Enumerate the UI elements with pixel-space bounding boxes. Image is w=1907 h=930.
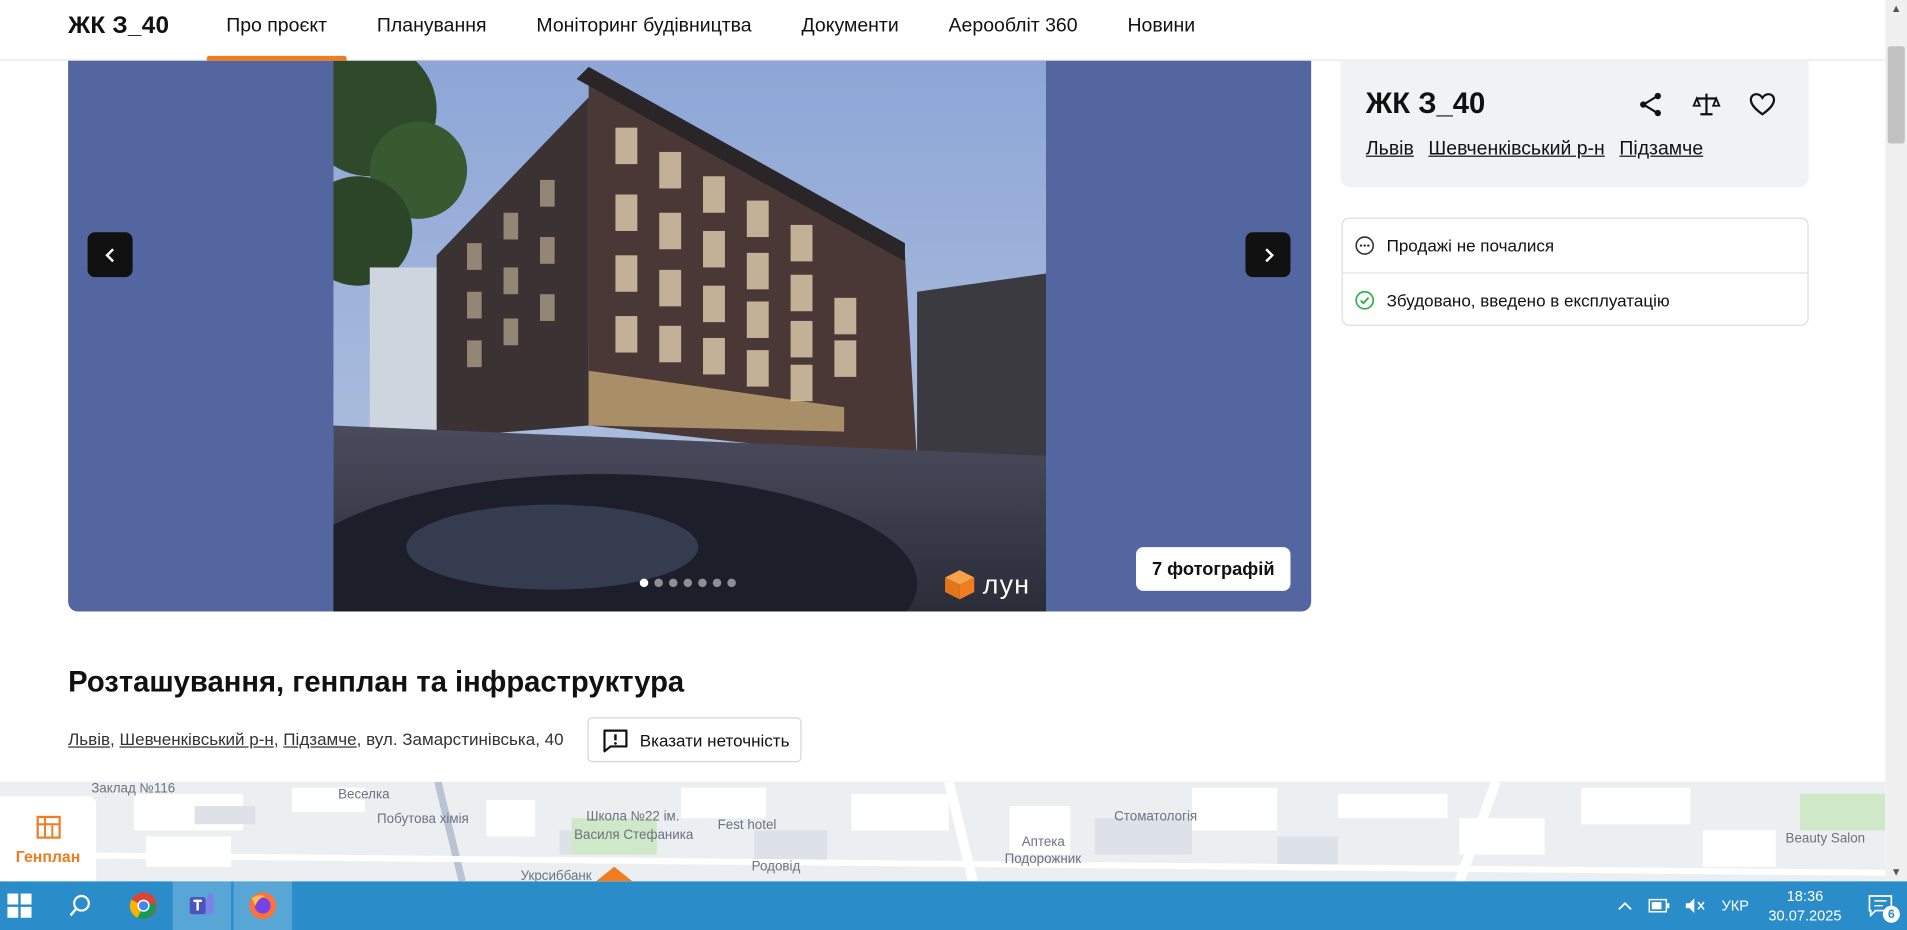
chevron-up-icon bbox=[1618, 901, 1633, 910]
tray-battery[interactable] bbox=[1641, 898, 1677, 913]
location-map[interactable]: Заклад №116 Веселка Побутова хімія Школа… bbox=[0, 781, 1886, 882]
photo-gallery: лун 7 фотографій bbox=[68, 60, 1312, 612]
windows-logo-icon bbox=[7, 893, 32, 918]
project-title: ЖК З_40 bbox=[1365, 87, 1486, 121]
taskbar-search-button[interactable] bbox=[51, 881, 109, 930]
map-label-fest-hotel: Fest hotel bbox=[717, 818, 777, 833]
compare-scales-icon[interactable] bbox=[1692, 90, 1721, 119]
gallery-pagination-dots bbox=[639, 578, 736, 588]
map-label-podorozhnyk: Подорожник bbox=[1004, 852, 1082, 867]
sales-status-text: Продажі не почалися bbox=[1386, 235, 1555, 256]
address-city-link[interactable]: Львів bbox=[68, 729, 110, 748]
tray-clock[interactable]: 18:36 30.07.2025 bbox=[1756, 886, 1853, 925]
nav-item-aerial-360[interactable]: Аерооблiт 360 bbox=[949, 16, 1078, 38]
feedback-exclamation-icon bbox=[603, 728, 628, 752]
link-district[interactable]: Шевченківський р-н bbox=[1428, 139, 1604, 161]
taskbar-teams[interactable] bbox=[172, 881, 232, 930]
project-info-card: ЖК З_40 Львів Шевченківський р-н Підзамч… bbox=[1340, 60, 1809, 188]
brand-title[interactable]: ЖК З_40 bbox=[68, 12, 169, 40]
link-city[interactable]: Львів bbox=[1366, 139, 1414, 161]
report-inaccuracy-label: Вказати неточність bbox=[639, 730, 790, 750]
start-button[interactable] bbox=[0, 881, 39, 930]
card-actions bbox=[1636, 90, 1777, 119]
map-label-ukrsibbank: Укрсиббанк bbox=[520, 869, 592, 882]
share-icon[interactable] bbox=[1636, 90, 1665, 119]
lun-watermark-text: лун bbox=[982, 568, 1031, 600]
address-district-link[interactable]: Шевченківський р-н bbox=[120, 729, 274, 748]
volume-muted-icon bbox=[1686, 898, 1706, 913]
nav-menu: Про проєкт Планування Моніторинг будівни… bbox=[206, 16, 1245, 61]
map-label-household-chemicals: Побутова хімія bbox=[377, 812, 469, 827]
windows-taskbar: УКР 18:36 30.07.2025 6 bbox=[0, 881, 1907, 930]
map-label-rodovid: Родовід bbox=[751, 859, 801, 875]
nav-item-planning[interactable]: Планування bbox=[377, 16, 487, 38]
scroll-down-icon[interactable]: ▼ bbox=[1890, 866, 1902, 878]
building-plan-icon bbox=[36, 815, 61, 839]
battery-icon bbox=[1648, 898, 1670, 913]
nav-item-news[interactable]: Новини bbox=[1127, 16, 1195, 38]
location-section-title: Розташування, генплан та інфраструктура bbox=[68, 666, 685, 700]
map-label-school-22: Школа №22 ім. bbox=[586, 809, 680, 825]
gallery-dot[interactable] bbox=[727, 578, 736, 588]
chevron-right-icon bbox=[1264, 247, 1274, 262]
tray-volume[interactable] bbox=[1678, 897, 1714, 914]
build-status-text: Збудовано, введено в експлуатацію bbox=[1386, 289, 1670, 310]
chrome-icon bbox=[129, 892, 157, 920]
address-neighborhood-link[interactable]: Підзамче bbox=[283, 729, 356, 748]
clock-time: 18:36 bbox=[1786, 887, 1824, 905]
ellipsis-circle-icon bbox=[1355, 236, 1374, 255]
address-line: Львів, Шевченківський р-н, Підзамче, вул… bbox=[68, 729, 564, 749]
tray-language[interactable]: УКР bbox=[1714, 897, 1756, 914]
genplan-label: Генплан bbox=[15, 846, 81, 865]
gallery-dot[interactable] bbox=[683, 578, 693, 588]
link-neighborhood[interactable]: Підзамче bbox=[1619, 139, 1703, 161]
gallery-dot[interactable] bbox=[654, 578, 663, 588]
search-icon bbox=[69, 894, 90, 917]
all-photos-button[interactable]: 7 фотографій bbox=[1136, 547, 1291, 591]
address-street: , вул. Замарстинівська, 40 bbox=[356, 729, 564, 749]
project-location-links: Львів Шевченківський р-н Підзамче bbox=[1366, 139, 1703, 161]
gallery-prev-button[interactable] bbox=[87, 232, 133, 278]
action-center-button[interactable]: 6 bbox=[1854, 881, 1907, 930]
map-label-beauty-salon: Beauty Salon bbox=[1785, 831, 1866, 847]
tray-overflow[interactable] bbox=[1610, 900, 1642, 912]
gallery-dot[interactable] bbox=[639, 578, 649, 588]
map-label-stefanyk: Василя Стефаника bbox=[574, 827, 694, 843]
lun-watermark: лун bbox=[944, 569, 1030, 601]
genplan-button[interactable]: Генплан bbox=[0, 796, 97, 882]
nav-item-documents[interactable]: Документи bbox=[801, 16, 898, 38]
gallery-dot[interactable] bbox=[698, 578, 707, 588]
teams-icon bbox=[189, 892, 215, 915]
top-navigation: ЖК З_40 Про проєкт Планування Моніторинг… bbox=[0, 0, 1886, 61]
lun-logo-icon bbox=[945, 570, 975, 600]
nav-item-monitoring[interactable]: Моніторинг будівництва bbox=[536, 16, 751, 38]
map-label-dentistry: Стоматологія bbox=[1114, 809, 1198, 825]
map-label-apteka: Аптека bbox=[1021, 835, 1065, 850]
nav-item-about[interactable]: Про проєкт bbox=[206, 16, 347, 61]
project-status-box: Продажі не почалися Збудовано, введено в… bbox=[1341, 217, 1809, 326]
gallery-dot[interactable] bbox=[668, 578, 678, 588]
gallery-next-button[interactable] bbox=[1245, 232, 1291, 278]
taskbar-firefox[interactable] bbox=[233, 881, 292, 930]
chevron-left-icon bbox=[104, 247, 114, 262]
report-inaccuracy-button[interactable]: Вказати неточність bbox=[587, 717, 802, 763]
favorite-heart-icon[interactable] bbox=[1748, 90, 1777, 119]
sales-status-row: Продажі не почалися bbox=[1343, 219, 1808, 272]
clock-date: 30.07.2025 bbox=[1768, 906, 1842, 924]
building-photo[interactable] bbox=[333, 60, 1047, 612]
gallery-dot[interactable] bbox=[712, 578, 722, 588]
building-render-illustration bbox=[333, 60, 1047, 612]
taskbar-chrome[interactable] bbox=[114, 881, 172, 930]
build-status-row: Збудовано, введено в експлуатацію bbox=[1342, 272, 1808, 325]
system-tray: УКР 18:36 30.07.2025 6 bbox=[1610, 881, 1907, 930]
scrollbar-thumb[interactable] bbox=[1887, 46, 1905, 144]
firefox-icon bbox=[249, 892, 277, 920]
notification-count-badge: 6 bbox=[1882, 905, 1900, 923]
page-scrollbar[interactable]: ▲ ▼ bbox=[1885, 0, 1907, 882]
map-tiles bbox=[0, 781, 1886, 882]
scroll-up-icon[interactable]: ▲ bbox=[1890, 2, 1902, 14]
map-label-school-116: Заклад №116 bbox=[91, 781, 176, 797]
map-label-veselka: Веселка bbox=[338, 787, 390, 803]
check-circle-icon bbox=[1355, 290, 1375, 310]
